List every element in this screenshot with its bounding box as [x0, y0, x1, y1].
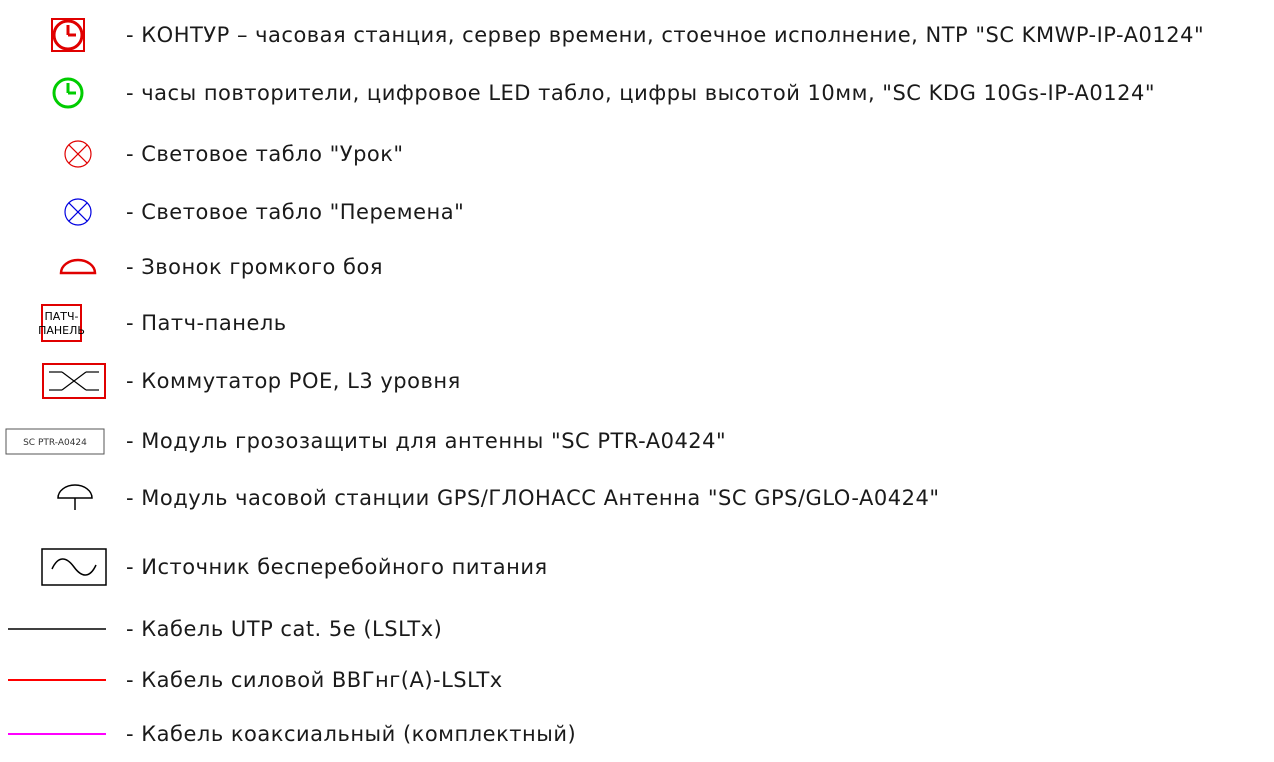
legend-item-cable-coax: - Кабель коаксиальный (комплектный) [0, 709, 1274, 759]
legend-item-label: - Модуль грозозащиты для антенны "SC PTR… [126, 429, 727, 453]
legend-item-label: - Патч-панель [126, 311, 287, 335]
cable-utp-line-icon [0, 604, 120, 654]
legend-item-patch-panel: ПАТЧ- ПАНЕЛЬ - Патч-панель [0, 298, 1274, 348]
clock-station-icon [0, 10, 120, 60]
legend-item-bell: - Звонок громкого боя [0, 242, 1274, 292]
legend-item-label: - Кабель UTP cat. 5e (LSLTx) [126, 617, 443, 641]
legend-item-label: - Кабель силовой ВВГнг(А)-LSLTx [126, 668, 503, 692]
legend-item-surge-protector: SC PTR-A0424 - Модуль грозозащиты для ан… [0, 416, 1274, 466]
light-board-break-icon [0, 187, 120, 237]
cable-power-line-icon [0, 655, 120, 705]
legend-item-label: - Источник бесперебойного питания [126, 555, 548, 579]
legend-item-label: - Световое табло "Урок" [126, 142, 404, 166]
legend-item-clock-station: - КОНТУР – часовая станция, сервер време… [0, 10, 1274, 60]
clock-repeater-icon [0, 68, 120, 118]
legend-item-label: - Звонок громкого боя [126, 255, 383, 279]
legend-item-label: - Кабель коаксиальный (комплектный) [126, 722, 577, 746]
switch-icon [0, 356, 120, 406]
legend-item-gps-antenna: - Модуль часовой станции GPS/ГЛОНАСС Ант… [0, 473, 1274, 523]
legend-item-ups: - Источник бесперебойного питания [0, 542, 1274, 592]
legend-item-label: - Коммутатор POE, L3 уровня [126, 369, 461, 393]
legend-item-label: - КОНТУР – часовая станция, сервер време… [126, 23, 1205, 47]
legend-item-cable-utp: - Кабель UTP cat. 5e (LSLTx) [0, 604, 1274, 654]
bell-icon [0, 242, 120, 292]
legend-item-cable-power: - Кабель силовой ВВГнг(А)-LSLTx [0, 655, 1274, 705]
light-board-lesson-icon [0, 129, 120, 179]
surge-protector-icon: SC PTR-A0424 [0, 416, 120, 466]
surge-protector-box-text: SC PTR-A0424 [23, 438, 87, 448]
ups-icon [0, 542, 120, 592]
legend-item-switch: - Коммутатор POE, L3 уровня [0, 356, 1274, 406]
legend-item-light-board-lesson: - Световое табло "Урок" [0, 129, 1274, 179]
patch-panel-line-1: ПАТЧ- [44, 310, 78, 323]
legend-item-label: - часы повторители, цифровое LED табло, … [126, 81, 1156, 105]
gps-antenna-icon [0, 473, 120, 523]
legend-item-light-board-break: - Световое табло "Перемена" [0, 187, 1274, 237]
legend-item-clock-repeater: - часы повторители, цифровое LED табло, … [0, 68, 1274, 118]
cable-coax-line-icon [0, 709, 120, 759]
patch-panel-icon: ПАТЧ- ПАНЕЛЬ [0, 298, 120, 348]
patch-panel-line-2: ПАНЕЛЬ [38, 324, 85, 337]
legend-item-label: - Световое табло "Перемена" [126, 200, 465, 224]
legend-item-label: - Модуль часовой станции GPS/ГЛОНАСС Ант… [126, 486, 940, 510]
